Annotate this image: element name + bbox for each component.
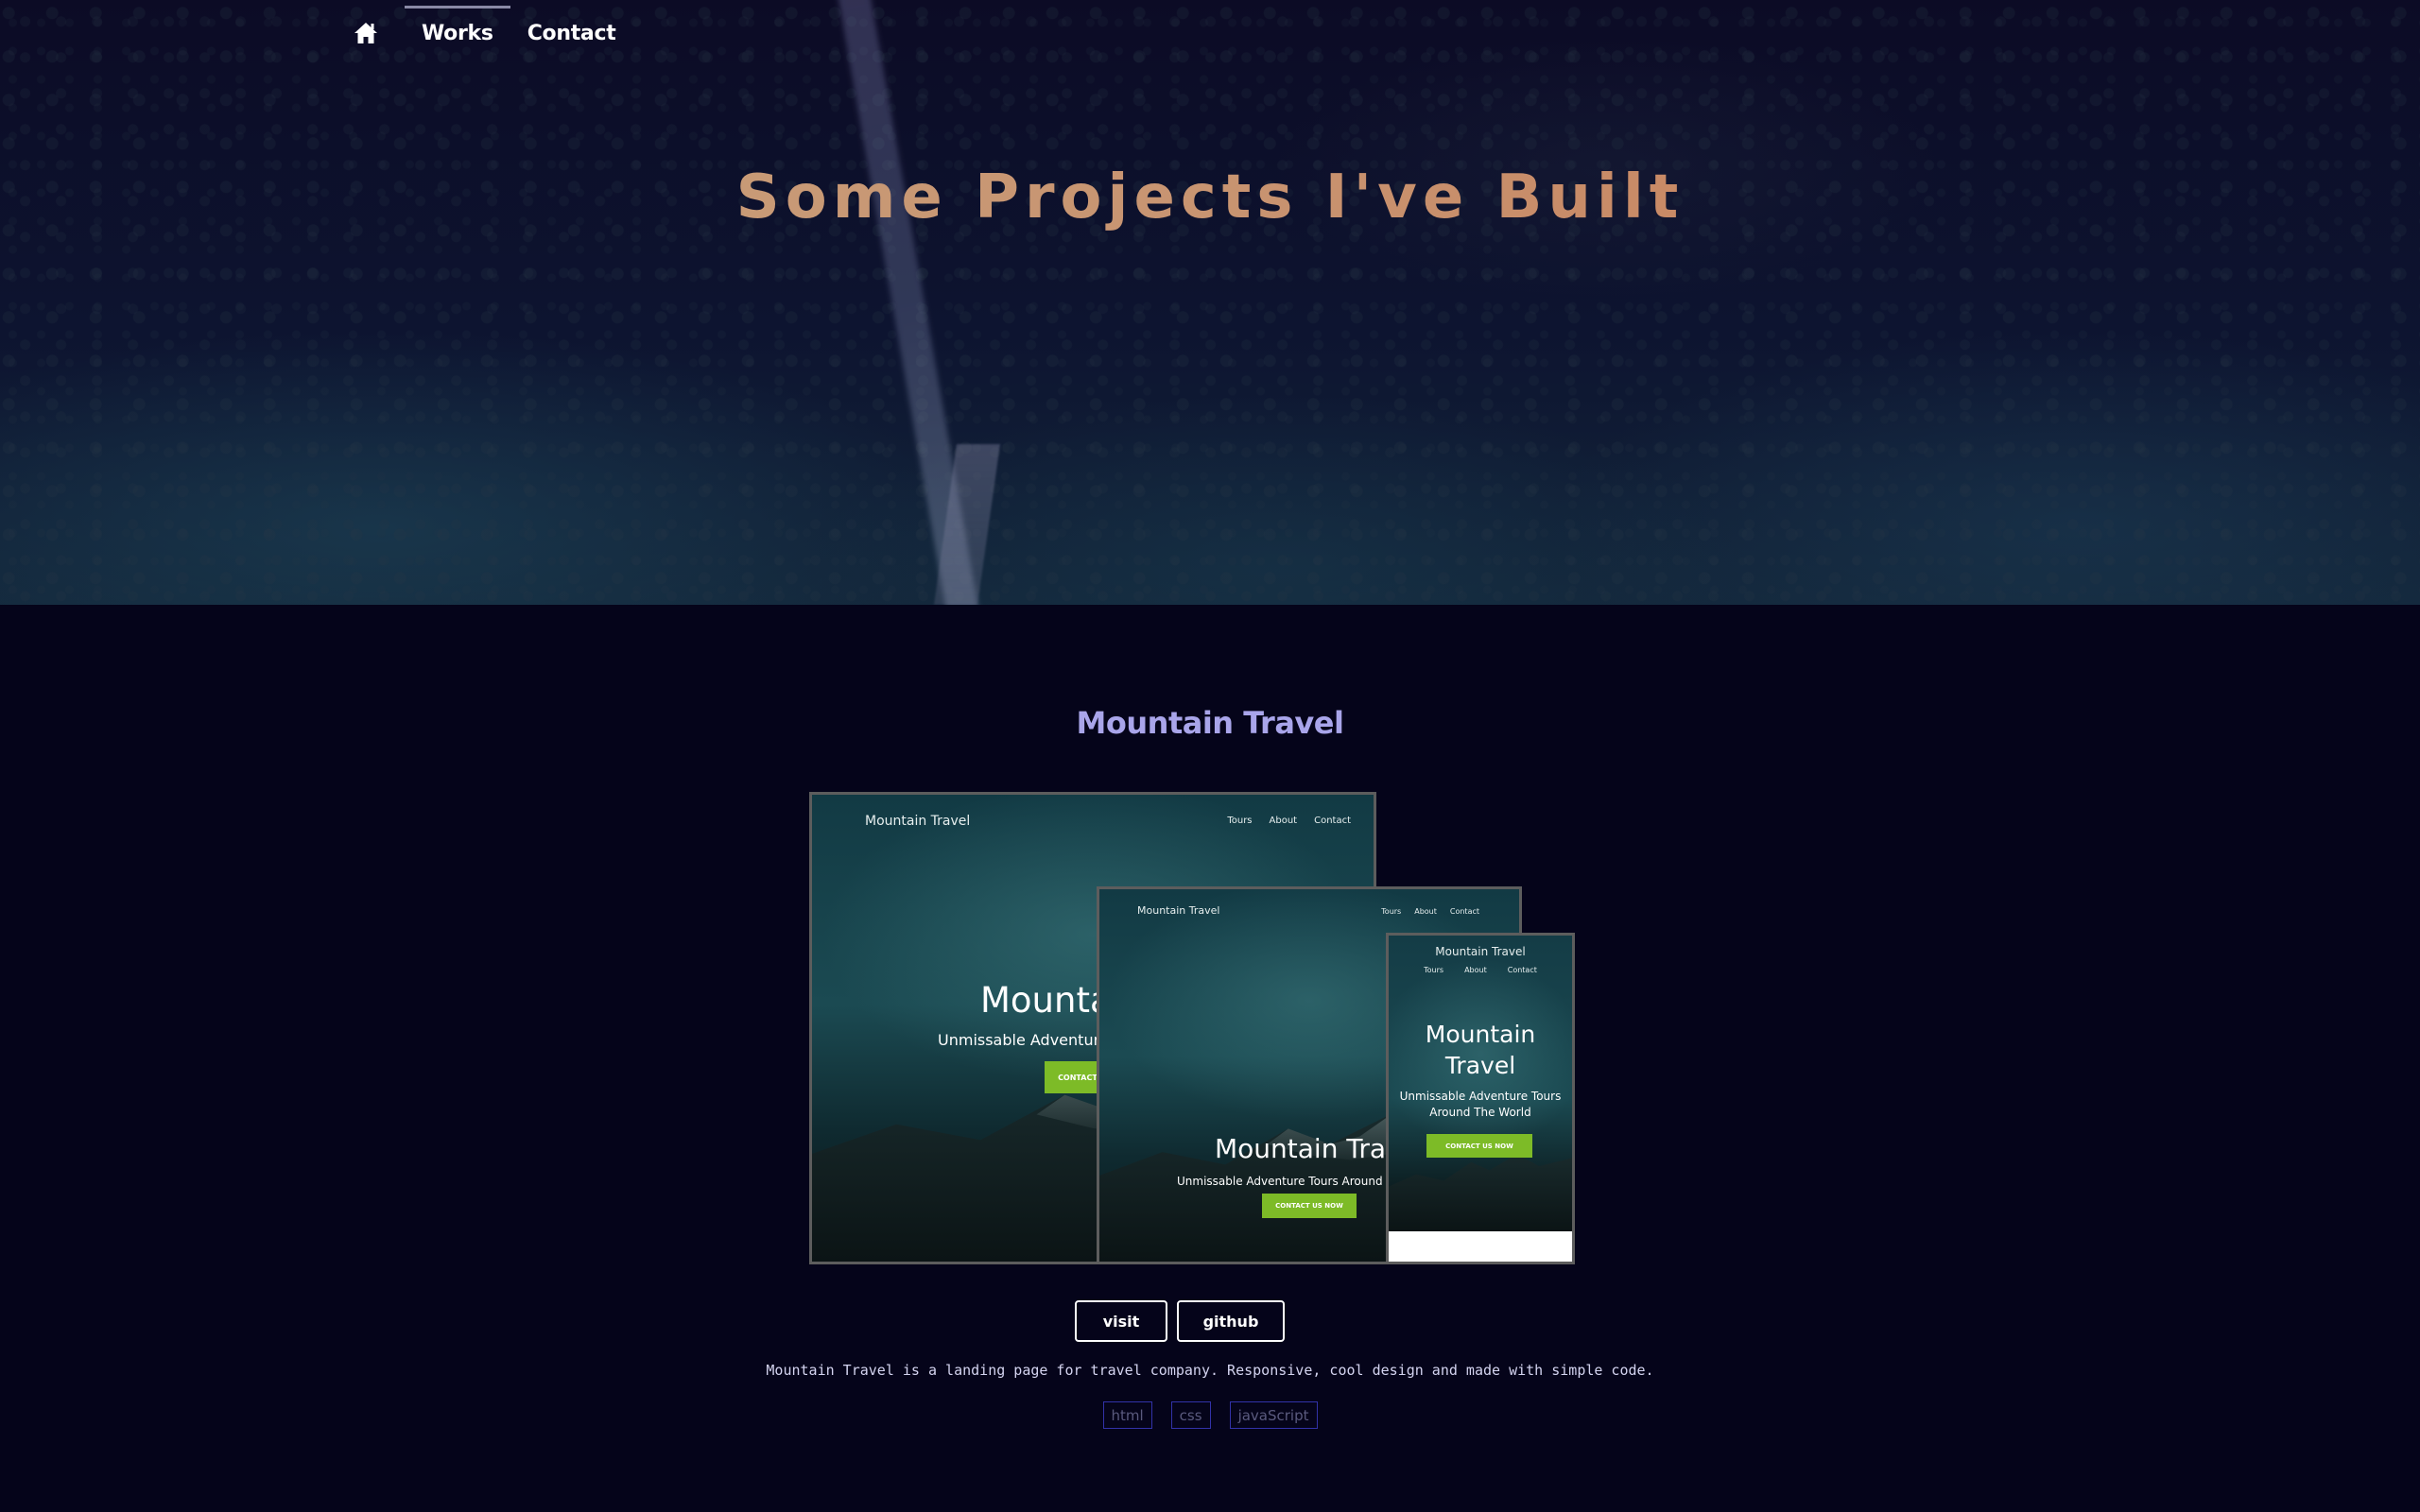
preview-nav-link: Tours — [1424, 966, 1444, 974]
nav-link-contact[interactable]: Contact — [510, 0, 633, 66]
preview-nav: Tours About Contact — [1381, 907, 1479, 916]
preview-nav-link: Contact — [1507, 966, 1537, 974]
preview-brand: Mountain Travel — [1137, 904, 1220, 917]
preview-heading: Mountain Travel — [1425, 1021, 1536, 1079]
project-preview-phone: Mountain Travel Tours About Contact Moun… — [1386, 933, 1575, 1264]
tech-tags: html css javaScript — [0, 1401, 2420, 1429]
project-description: Mountain Travel is a landing page for tr… — [766, 1362, 1654, 1379]
github-button[interactable]: github — [1177, 1300, 1285, 1342]
preview-nav-link: About — [1464, 966, 1487, 974]
preview-nav-link: About — [1414, 907, 1437, 916]
preview-brand: Mountain Travel — [1435, 945, 1526, 958]
preview-nav-link: Tours — [1227, 816, 1253, 826]
preview-nav: Tours About Contact — [1389, 966, 1572, 974]
preview-nav-link: Contact — [1449, 907, 1479, 916]
preview-brand: Mountain Travel — [865, 814, 971, 829]
home-icon[interactable] — [352, 19, 380, 47]
tag-javascript: javaScript — [1229, 1401, 1318, 1429]
tag-css: css — [1170, 1401, 1211, 1429]
project-actions: visit github — [0, 1300, 2420, 1342]
project-title: Mountain Travel — [1076, 705, 1344, 741]
preview-nav: Tours About Contact — [1227, 816, 1351, 826]
preview-cta: CONTACT US NOW — [1426, 1134, 1532, 1158]
nav-link-works[interactable]: Works — [405, 0, 510, 66]
page-title: Some Projects I've Built — [0, 163, 2420, 232]
preview-nav-link: About — [1269, 816, 1298, 826]
preview-next-section — [1389, 1231, 1572, 1262]
visit-button[interactable]: visit — [1075, 1300, 1167, 1342]
preview-nav-link: Tours — [1381, 907, 1402, 916]
main-nav: Works Contact — [352, 0, 632, 66]
preview-nav-link: Contact — [1314, 816, 1351, 826]
hero-forest-texture — [0, 0, 2420, 605]
preview-subheading: Unmissable Adventure Tours Around The Wo… — [1399, 1090, 1562, 1119]
hero-section: Works Contact Some Projects I've Built — [0, 0, 2420, 605]
preview-cta: CONTACT US NOW — [1262, 1194, 1357, 1218]
tag-html: html — [1102, 1401, 1152, 1429]
